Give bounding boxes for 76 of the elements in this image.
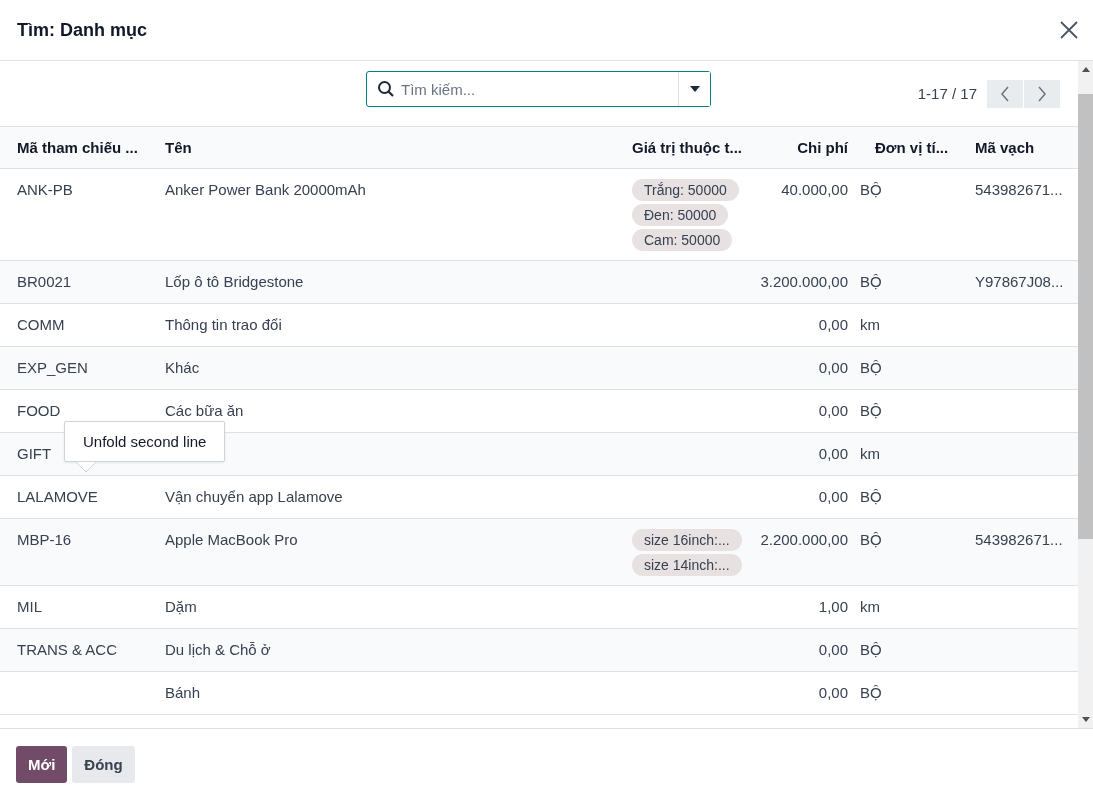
column-header[interactable]: Đơn vị tí...	[858, 127, 958, 156]
table-cell: ANK-PB	[17, 181, 73, 198]
table-row[interactable]: MBP-16 Apple MacBook Pro size 16inch:... size 14inch:... 2.200.000,00 BỘ 543982671...	[0, 519, 1078, 586]
table-cell: km	[860, 445, 880, 462]
table-cell: 543982671...	[975, 181, 1063, 198]
caret-icon	[689, 86, 700, 92]
table-cell: COMM	[17, 316, 65, 333]
dialog-title: Tìm: Danh mục	[17, 19, 147, 41]
tooltip: Unfold second line	[64, 421, 226, 462]
table-cell: Apple MacBook Pro	[165, 531, 298, 548]
table-cell: MBP-16	[17, 531, 72, 548]
scrollbar[interactable]	[1078, 61, 1093, 728]
table-cell: BỘ	[860, 488, 882, 505]
search-icon	[377, 80, 395, 98]
table-cell: 0,00	[818, 316, 848, 333]
table-cell: Y97867J08...	[975, 273, 1064, 290]
table-cell: 0,00	[818, 402, 848, 419]
column-header[interactable]: Giá trị thuộc t...	[615, 127, 745, 156]
table-cell: BỘ	[860, 402, 882, 419]
table-cell: LALAMOVE	[17, 488, 98, 505]
column-header[interactable]: Mã tham chiếu ...	[0, 127, 148, 156]
table-cell: 3.200.000,00	[760, 273, 848, 290]
table-cell: Lốp ô tô Bridgestone	[165, 273, 304, 290]
table-cell: Vận chuyển app Lalamove	[165, 488, 343, 505]
table-cell: BỘ	[860, 273, 882, 290]
tooltip-pointer	[76, 462, 96, 473]
dropdown-toggle[interactable]	[678, 72, 710, 106]
table-cell: 0,00	[818, 684, 848, 701]
table-cell: TRANS & ACC	[17, 641, 118, 658]
chevron-left-icon	[1000, 85, 1010, 102]
attribute-tag: Cam: 50000	[632, 229, 733, 251]
table-cell: 543982671...	[975, 531, 1063, 548]
table-cell: 0,00	[818, 641, 848, 658]
search-box[interactable]: Tìm kiếm...	[366, 71, 711, 107]
table-cell: Anker Power Bank 20000mAh	[165, 181, 366, 198]
table-cell: BỘ	[860, 359, 882, 376]
table-cell: BỘ	[860, 684, 882, 701]
table-cell: 2.200.000,00	[760, 531, 848, 548]
table-row[interactable]: TRANS & ACC Du lịch & Chỗ ở 0,00 BỘ	[0, 629, 1078, 672]
table-cell: MIL	[17, 598, 42, 615]
table-cell: BỘ	[860, 641, 882, 658]
table-cell: BỘ	[860, 181, 882, 198]
table-cell: Khác	[165, 359, 200, 376]
previous-page-button[interactable]	[987, 79, 1023, 108]
table-cell: km	[860, 316, 880, 333]
table-cell: 0,00	[818, 445, 848, 462]
column-header[interactable]: Chi phí	[745, 127, 858, 156]
next-page-button[interactable]	[1024, 79, 1060, 108]
attribute-tag: Đen: 50000	[632, 204, 729, 226]
table-cell: Các bữa ăn	[165, 402, 244, 419]
table-cell: Thông tin trao đổi	[165, 316, 282, 333]
attribute-tag: size 16inch:...	[632, 529, 742, 551]
attribute-tag: Trắng: 50000	[632, 179, 739, 201]
new-button[interactable]: Mới	[16, 746, 68, 783]
attribute-tag: size 14inch:...	[632, 554, 742, 576]
table-cell: 0,00	[818, 359, 848, 376]
table-cell: EXP_GEN	[17, 359, 88, 376]
table-cell: GIFT	[17, 445, 52, 462]
close-dialog-button[interactable]: Đóng	[72, 746, 135, 783]
table-cell: BR0021	[17, 273, 72, 290]
table-cell: km	[860, 598, 880, 615]
table-cell: 0,00	[818, 488, 848, 505]
column-header[interactable]: Tên	[148, 127, 615, 156]
table-cell: Dặm	[165, 598, 197, 615]
table-cell: 40.000,00	[781, 181, 848, 198]
table-cell: BỘ	[860, 531, 882, 548]
table-cell: Bánh	[165, 684, 201, 701]
table-row[interactable]: BR0021 Lốp ô tô Bridgestone 3.200.000,00 BỘ Y97867J08...	[0, 261, 1078, 304]
column-header[interactable]: Mã vạch	[958, 127, 1078, 156]
close-icon	[1059, 20, 1079, 40]
chevron-right-icon	[1037, 85, 1047, 102]
table-cell: Du lịch & Chỗ ở	[165, 641, 271, 658]
table-cell: 1,00	[818, 598, 848, 615]
pager-range: 1-17 / 17	[917, 85, 977, 102]
table-row[interactable]: EXP_GEN Khác 0,00 BỘ	[0, 347, 1078, 390]
table-cell: FOOD	[17, 402, 61, 419]
